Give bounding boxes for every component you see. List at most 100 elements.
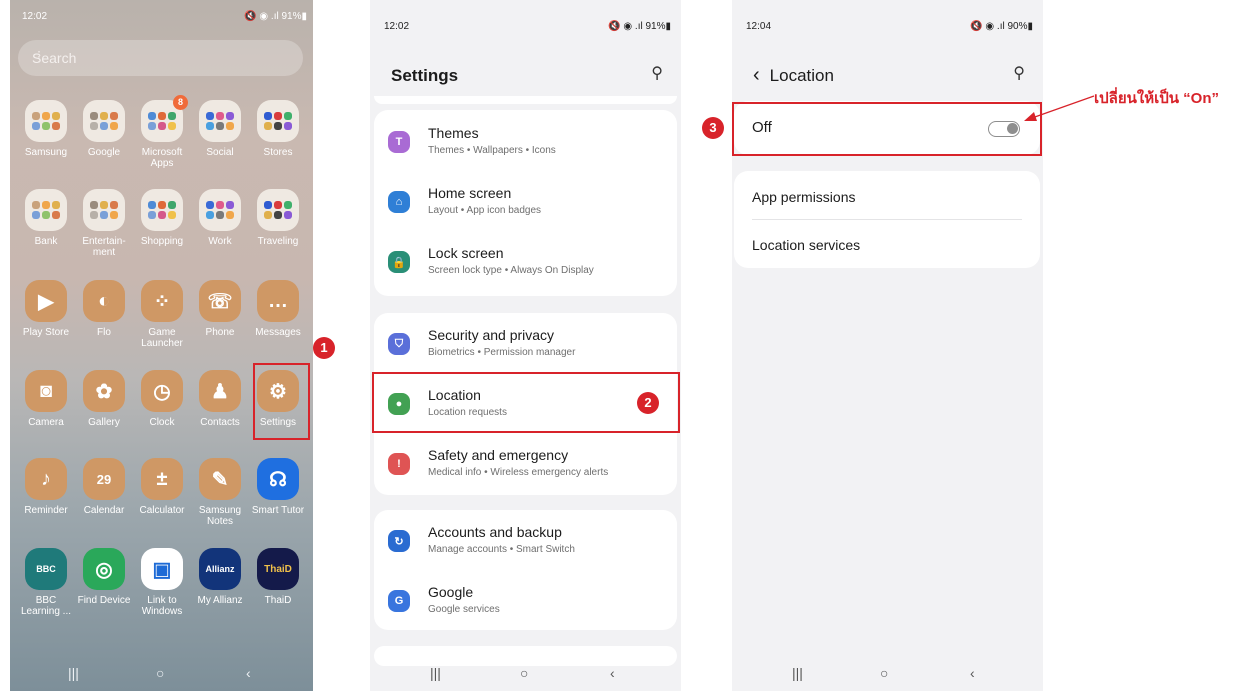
settings-group-accounts: ↻ Accounts and backup Manage accounts • Sm… (374, 510, 677, 630)
annotation-arrow-icon (1024, 95, 1095, 121)
link-to-windows-icon: ▣ (141, 548, 183, 590)
app-phone[interactable]: ☏ Phone (192, 280, 248, 338)
status-icons: 🔇 ◉ .ıl 91%▮ (608, 21, 671, 32)
app-my-allianz[interactable]: Allianz My Allianz (192, 548, 248, 606)
app-label: Reminder (24, 505, 68, 516)
app-calculator[interactable]: ± Calculator (134, 458, 190, 516)
settings-item-subtitle: Themes • Wallpapers • Icons (428, 145, 556, 156)
reminder-icon: ♪ (25, 458, 67, 500)
home-icon[interactable]: ○ (520, 665, 528, 681)
app-label: Link to Windows (141, 595, 183, 617)
search-icon[interactable]: ⚲ (1013, 63, 1025, 83)
back-icon[interactable]: ‹ (970, 665, 975, 681)
highlight-settings-app (253, 363, 310, 440)
settings-item-security-and-privacy[interactable]: ⛉ Security and privacy Biometrics • Permis… (374, 315, 677, 375)
app-samsung-notes[interactable]: ✎ Samsung Notes (192, 458, 248, 527)
settings-item-themes[interactable]: T Themes Themes • Wallpapers • Icons (374, 113, 677, 173)
app-camera[interactable]: ◙ Camera (18, 370, 74, 428)
app-entertain-ment[interactable]: Entertain-ment (76, 189, 132, 258)
smart-tutor-icon: ☊ (257, 458, 299, 500)
app-smart-tutor[interactable]: ☊ Smart Tutor (250, 458, 306, 516)
settings-item-home-screen[interactable]: ⌂ Home screen Layout • App icon badges (374, 173, 677, 233)
settings-item-subtitle: Manage accounts • Smart Switch (428, 544, 575, 555)
app-gallery[interactable]: ✿ Gallery (76, 370, 132, 428)
location-header: ‹ Location (753, 64, 834, 87)
settings-item-title: Accounts and backup (428, 524, 562, 540)
app-contacts[interactable]: ♟ Contacts (192, 370, 248, 428)
app-microsoft-apps[interactable]: 8 Microsoft Apps (134, 95, 190, 169)
settings-item-accounts-and-backup[interactable]: ↻ Accounts and backup Manage accounts • Sm… (374, 512, 677, 572)
annotation-note: เปลี่ยนให้เป็น “On” (1094, 90, 1219, 107)
recent-apps-icon[interactable]: ||| (430, 665, 441, 681)
app-samsung[interactable]: Samsung (18, 100, 74, 158)
page-title: Location (769, 66, 834, 85)
app-link-to-windows[interactable]: ▣ Link to Windows (134, 548, 190, 617)
back-icon[interactable]: ‹ (246, 665, 251, 681)
app-reminder[interactable]: ♪ Reminder (18, 458, 74, 516)
home-icon[interactable]: ○ (156, 665, 164, 681)
app-game-launcher[interactable]: ⁘ Game Launcher (134, 280, 190, 349)
app-flo[interactable]: ◐ Flo (76, 280, 132, 338)
settings-item-safety-and-emergency[interactable]: ! Safety and emergency Medical info • Wire… (374, 435, 677, 495)
location-services-item[interactable]: Location services (752, 237, 860, 253)
navigation-bar: ||| ○ ‹ (370, 657, 681, 691)
app-label: BBC Learning ... (20, 595, 72, 617)
app-work[interactable]: Work (192, 189, 248, 247)
folder-icon (83, 100, 125, 142)
settings-item-subtitle: Medical info • Wireless emergency alerts (428, 467, 609, 478)
status-bar: 12:04 🔇 ◉ .ıl 90%▮ (732, 0, 1043, 34)
back-arrow-icon[interactable]: ‹ (753, 64, 760, 86)
app-traveling[interactable]: Traveling (250, 189, 306, 247)
app-bank[interactable]: Bank (18, 189, 74, 247)
app-play-store[interactable]: ▶ Play Store (18, 280, 74, 338)
home-screen-icon: ⌂ (388, 191, 410, 213)
folder-icon (199, 189, 241, 231)
calculator-icon: ± (141, 458, 183, 500)
status-time: 12:04 (746, 21, 772, 32)
app-label: Smart Tutor (251, 505, 305, 516)
find-device-icon: ◎ (83, 548, 125, 590)
folder-icon (257, 100, 299, 142)
notification-badge: 8 (173, 95, 188, 110)
settings-group-display: T Themes Themes • Wallpapers • Icons ⌂ Home … (374, 110, 677, 296)
app-label: Messages (255, 327, 301, 338)
flo-icon: ◐ (83, 280, 125, 322)
back-icon[interactable]: ‹ (610, 665, 615, 681)
messages-icon: … (257, 280, 299, 322)
settings-panel: 12:02 🔇 ◉ .ıl 91%▮ Settings ⚲ T Themes The… (370, 0, 681, 691)
settings-card-partial (374, 96, 677, 104)
settings-item-google[interactable]: G Google Google services (374, 572, 677, 632)
status-time: 12:02 (22, 11, 48, 22)
app-permissions-item[interactable]: App permissions (752, 189, 856, 205)
app-thaid[interactable]: ThaiD ThaiD (250, 548, 306, 606)
home-icon[interactable]: ○ (880, 665, 888, 681)
recent-apps-icon[interactable]: ||| (792, 665, 803, 681)
app-social[interactable]: Social (192, 100, 248, 158)
game-launcher-icon: ⁘ (141, 280, 183, 322)
my-allianz-icon: Allianz (199, 548, 241, 590)
step-2-badge: 2 (637, 392, 659, 414)
search-icon[interactable]: ⚲ (651, 63, 663, 83)
app-label: Contacts (200, 417, 240, 428)
more-options-icon[interactable]: ⋮ (32, 48, 289, 65)
app-label: Stores (263, 147, 293, 158)
app-google[interactable]: Google (76, 100, 132, 158)
app-label: My Allianz (197, 595, 243, 606)
app-label: Camera (28, 417, 64, 428)
bbc-learning--icon: BBC (25, 548, 67, 590)
app-clock[interactable]: ◷ Clock (134, 370, 190, 428)
settings-item-lock-screen[interactable]: 🔒 Lock screen Screen lock type • Always On… (374, 233, 677, 293)
play-store-icon: ▶ (25, 280, 67, 322)
app-label: Samsung (24, 147, 68, 158)
recent-apps-icon[interactable]: ||| (68, 665, 79, 681)
app-shopping[interactable]: Shopping (134, 189, 190, 247)
app-stores[interactable]: Stores (250, 100, 306, 158)
app-calendar[interactable]: 29 Calendar (76, 458, 132, 516)
folder-icon (257, 189, 299, 231)
app-find-device[interactable]: ◎ Find Device (76, 548, 132, 606)
app-messages[interactable]: … Messages (250, 280, 306, 338)
search-bar[interactable]: Search ⋮ (18, 40, 303, 76)
app-label: Calendar (83, 505, 125, 516)
app-label: Traveling (257, 236, 299, 247)
app-bbc-learning[interactable]: BBC BBC Learning ... (18, 548, 74, 617)
